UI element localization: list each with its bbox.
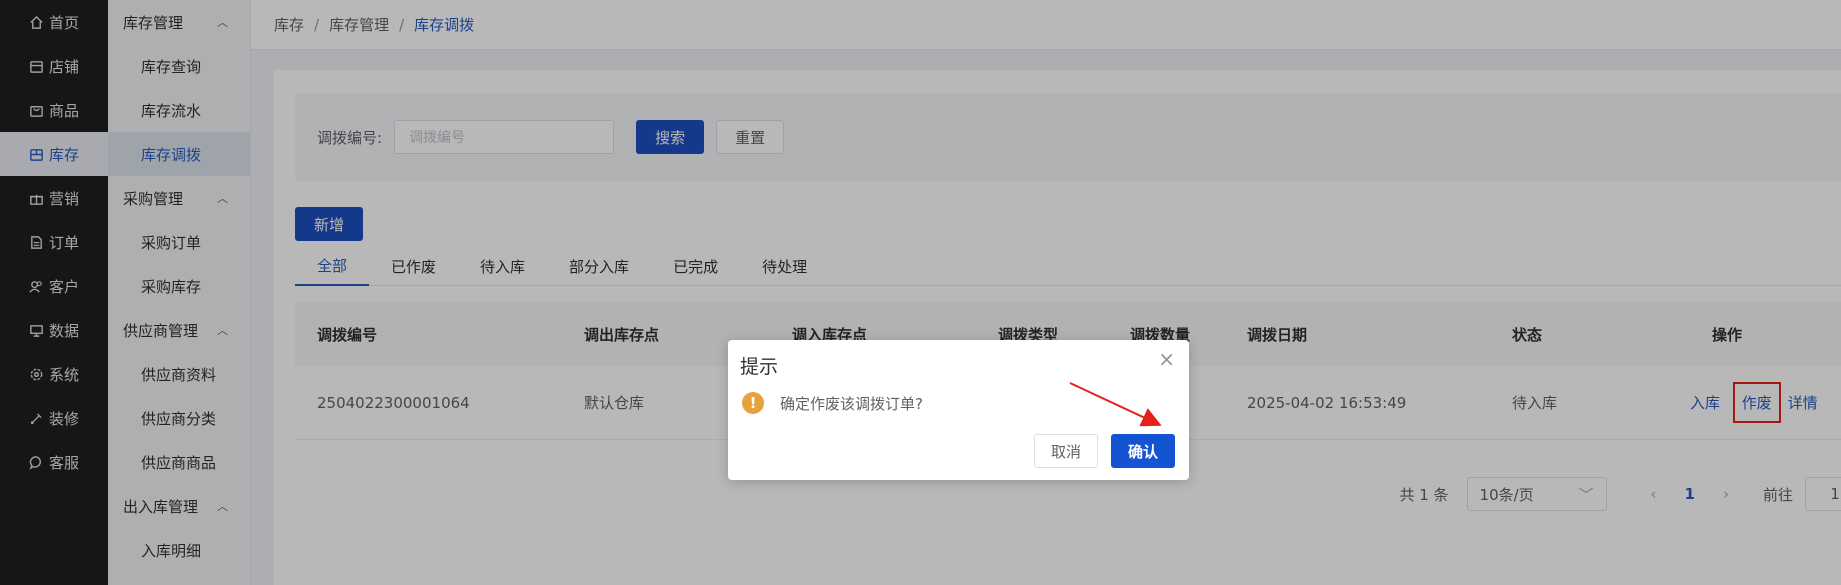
annotation-arrow-icon [1069, 382, 1162, 427]
